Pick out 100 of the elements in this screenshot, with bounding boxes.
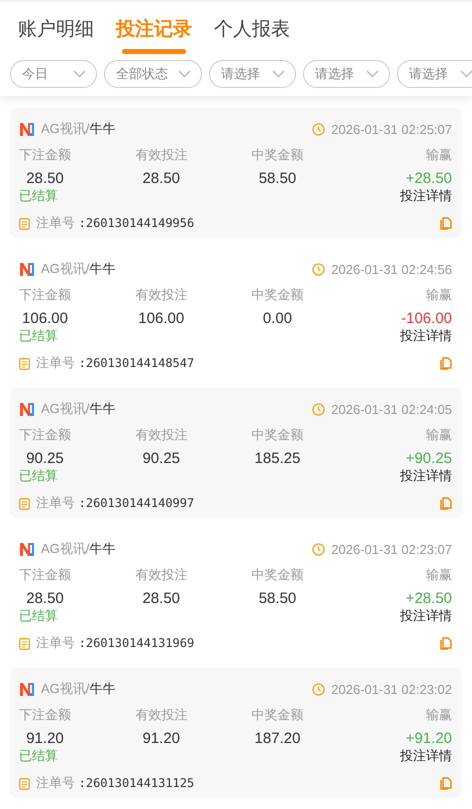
bet-time: 2026-01-31 02:23:02 [331, 682, 452, 696]
clipboard-icon [19, 496, 30, 510]
order-label: 注单号 [36, 775, 76, 790]
column-label: 输赢 [426, 706, 452, 724]
bet-detail-link[interactable]: 投注详情 [400, 747, 452, 765]
chevron-down-icon [366, 70, 379, 78]
filter-dropdown[interactable]: 全部状态 [104, 60, 202, 88]
amount-value: 187.20 [254, 730, 300, 747]
column-label: 下注金额 [19, 566, 71, 584]
order-label: 注单号 [36, 355, 76, 370]
amount-value: 91.20 [26, 730, 64, 747]
column-label: 下注金额 [19, 426, 71, 444]
order-number: :260130144131969 [78, 636, 194, 650]
bet-time: 2026-01-31 02:23:07 [331, 542, 452, 556]
filter-dropdown[interactable]: 请选择 [397, 60, 472, 88]
bet-detail-link[interactable]: 投注详情 [400, 187, 452, 205]
logo-icon [19, 401, 35, 417]
copy-icon[interactable] [440, 636, 452, 650]
bet-detail-link[interactable]: 投注详情 [400, 467, 452, 485]
status-label: 已结算 [19, 327, 58, 345]
clock-icon [312, 682, 326, 696]
order-number: :260130144148547 [78, 356, 194, 370]
amount-value: 0.00 [262, 310, 292, 327]
amount-value: 106.00 [22, 310, 68, 327]
copy-icon[interactable] [440, 356, 452, 370]
amount-value: 185.25 [254, 450, 300, 467]
clock-icon [312, 122, 326, 136]
column-label: 输赢 [426, 426, 452, 444]
bet-time: 2026-01-31 02:24:05 [331, 402, 452, 416]
column-label: 有效投注 [135, 566, 188, 584]
chevron-down-icon [272, 70, 285, 78]
amount-value: 58.50 [258, 590, 296, 607]
amount-value: 90.25 [26, 450, 64, 467]
clock-icon [312, 402, 326, 416]
column-label: 有效投注 [135, 426, 188, 444]
filter-dropdown[interactable]: 今日 [10, 60, 97, 88]
amount-value: 58.50 [258, 170, 296, 187]
order-label: 注单号 [36, 495, 76, 510]
game-name: AG视讯/ [41, 121, 90, 136]
copy-icon[interactable] [440, 496, 452, 510]
column-label: 有效投注 [135, 286, 188, 304]
amount-value: 28.50 [26, 170, 64, 187]
logo-icon [19, 681, 35, 697]
table-name: 牛牛 [89, 261, 116, 276]
profit-value: -106.00 [401, 310, 452, 327]
game-name: AG视讯/ [41, 681, 90, 696]
game-name: AG视讯/ [41, 541, 90, 556]
chevron-down-icon [73, 70, 86, 78]
logo-icon [19, 121, 35, 137]
profit-value: +28.50 [406, 590, 452, 607]
game-name: AG视讯/ [41, 401, 90, 416]
clipboard-icon [19, 636, 30, 650]
profit-value: +91.20 [406, 730, 452, 747]
column-label: 有效投注 [135, 706, 188, 724]
order-label: 注单号 [36, 215, 76, 230]
column-label: 中奖金额 [252, 706, 304, 724]
column-label: 有效投注 [135, 146, 188, 164]
logo-icon [19, 541, 35, 557]
table-name: 牛牛 [89, 681, 116, 696]
status-label: 已结算 [19, 467, 58, 485]
status-label: 已结算 [19, 187, 58, 205]
amount-value: 28.50 [142, 590, 180, 607]
table-name: 牛牛 [89, 121, 116, 136]
amount-value: 90.25 [142, 450, 180, 467]
column-label: 下注金额 [19, 706, 71, 724]
clipboard-icon [19, 216, 30, 230]
column-label: 下注金额 [19, 146, 71, 164]
copy-icon[interactable] [440, 776, 452, 790]
order-label: 注单号 [36, 635, 76, 650]
amount-value: 91.20 [142, 730, 180, 747]
tab[interactable]: 个人报表 [214, 16, 290, 50]
column-label: 输赢 [426, 146, 452, 164]
clock-icon [312, 262, 326, 276]
column-label: 下注金额 [19, 286, 71, 304]
filter-dropdown[interactable]: 请选择 [209, 60, 296, 88]
game-name: AG视讯/ [41, 261, 90, 276]
chevron-down-icon [460, 70, 472, 78]
column-label: 中奖金额 [252, 566, 304, 584]
copy-icon[interactable] [440, 216, 452, 230]
column-label: 输赢 [426, 566, 452, 584]
bet-time: 2026-01-31 02:24:56 [331, 262, 452, 276]
order-number: :260130144131125 [78, 776, 194, 790]
clock-icon [312, 542, 326, 556]
column-label: 中奖金额 [252, 146, 304, 164]
bet-detail-link[interactable]: 投注详情 [400, 607, 452, 625]
tab[interactable]: 账户明细 [18, 16, 94, 50]
order-number: :260130144149956 [78, 216, 194, 230]
filter-dropdown[interactable]: 请选择 [303, 60, 390, 88]
logo-icon [19, 261, 35, 277]
amount-value: 106.00 [138, 310, 184, 327]
table-name: 牛牛 [89, 541, 116, 556]
clipboard-icon [19, 776, 30, 790]
column-label: 中奖金额 [252, 286, 304, 304]
column-label: 输赢 [426, 286, 452, 304]
table-name: 牛牛 [89, 401, 116, 416]
profit-value: +90.25 [406, 450, 452, 467]
bet-detail-link[interactable]: 投注详情 [400, 327, 452, 345]
status-label: 已结算 [19, 607, 58, 625]
chevron-down-icon [178, 70, 191, 78]
amount-value: 28.50 [26, 590, 64, 607]
